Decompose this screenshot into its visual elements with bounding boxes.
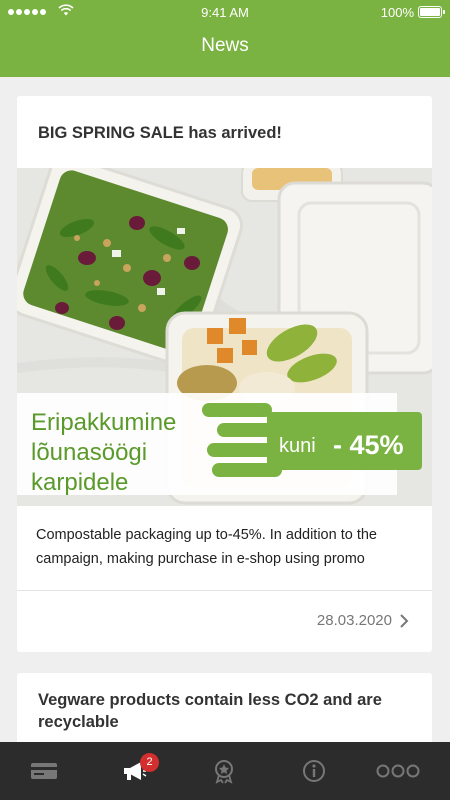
battery-percent: 100%: [380, 5, 414, 20]
food-packaging-photo: Eripakkumine lõunasöögi karpidele kuni -…: [17, 168, 432, 506]
tab-more[interactable]: [366, 742, 430, 800]
news-date: 28.03.2020: [316, 612, 392, 629]
app-header: 9:41 AM 100% News: [0, 0, 450, 77]
news-excerpt: Compostable packaging up to-45%. In addi…: [36, 527, 377, 567]
battery-icon: [418, 6, 445, 18]
bottom-tab-bar: 2: [0, 742, 450, 800]
status-bar: 9:41 AM 100%: [0, 0, 450, 24]
tab-news[interactable]: [102, 742, 166, 800]
promo-line-3: karpidele: [31, 469, 128, 496]
promo-discount: - 45%: [333, 430, 404, 460]
chevron-right-icon[interactable]: [398, 613, 410, 629]
promo-kuni: kuni: [279, 435, 316, 457]
award-icon: [215, 760, 233, 784]
news-title: BIG SPRING SALE has arrived!: [38, 124, 282, 142]
divider: [17, 590, 432, 591]
news-title: Vegware products contain less CO2 and ar…: [38, 691, 382, 731]
card-icon: [31, 763, 57, 779]
page-title: News: [201, 35, 249, 56]
news-card[interactable]: BIG SPRING SALE has arrived! Eripakkumin…: [17, 96, 432, 652]
promo-line-2: lõunasöögi: [31, 439, 147, 466]
tab-info[interactable]: [282, 742, 346, 800]
tab-awards[interactable]: [192, 742, 256, 800]
notification-badge: 2: [140, 753, 159, 772]
tab-cards[interactable]: [12, 742, 76, 800]
news-image: Eripakkumine lõunasöögi karpidele kuni -…: [17, 168, 432, 506]
info-icon: [303, 760, 325, 782]
promo-line-1: Eripakkumine: [31, 409, 176, 436]
more-icon: [376, 764, 420, 778]
